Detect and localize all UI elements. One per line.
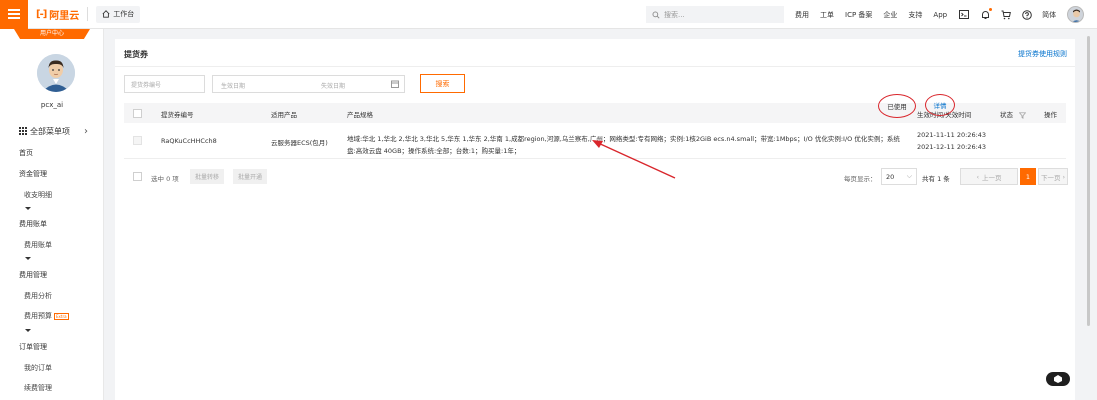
sidebar: 用户中心 pcx_ai 全部菜单项 › 首页 资金管理 收支明细 费用账单 费用…: [0, 29, 104, 400]
scrollbar[interactable]: [1087, 36, 1090, 326]
end-time: 2021-12-11 20:26:43: [917, 143, 987, 151]
col-status[interactable]: 状态: [1000, 109, 1027, 119]
sidebar-item-budget[interactable]: 费用预算 Extra: [24, 311, 69, 321]
top-nav-links: 费用 工单 ICP 备案 企业 支持 App 简体: [795, 0, 1085, 29]
chevron-right-icon: ›: [84, 125, 88, 137]
hamburger-menu-icon[interactable]: [0, 0, 28, 29]
footer-select-all-checkbox[interactable]: [133, 172, 142, 181]
nav-link-app[interactable]: App: [933, 11, 947, 19]
caret-down-icon[interactable]: [25, 207, 31, 210]
caret-down-icon[interactable]: [25, 329, 31, 332]
total-count: 共有 1 条: [922, 175, 950, 183]
sidebar-item-transactions[interactable]: 收支明细: [24, 190, 52, 200]
sidebar-item-home[interactable]: 首页: [19, 148, 33, 158]
search-icon: [652, 11, 660, 19]
grid-icon: [19, 127, 27, 135]
divider: [87, 7, 89, 21]
caret-down-icon[interactable]: [25, 257, 31, 260]
start-date-placeholder: 生效日期: [221, 83, 246, 90]
page-size-value: 20: [886, 172, 895, 181]
voucher-code-input[interactable]: 提货券编号: [124, 75, 205, 93]
nav-link-fees[interactable]: 费用: [795, 10, 809, 20]
voucher-code-placeholder: 提货券编号: [131, 81, 162, 89]
row-checkbox[interactable]: [133, 136, 142, 145]
global-search-input[interactable]: 搜索...: [646, 6, 784, 23]
col-spec: 产品规格: [347, 111, 373, 119]
current-page[interactable]: 1: [1020, 168, 1036, 185]
all-menu-label: 全部菜单项: [30, 126, 70, 136]
search-button[interactable]: 搜索: [420, 74, 465, 93]
nav-link-enterprise[interactable]: 企业: [883, 10, 897, 20]
user-center-tag: 用户中心: [14, 29, 90, 39]
aliyun-logo[interactable]: [-] 阿里云: [36, 7, 79, 22]
end-date-placeholder: 失效日期: [321, 83, 346, 90]
detail-link-label: 详情: [933, 102, 947, 110]
col-status-label: 状态: [1000, 111, 1013, 119]
product-spec: 地域:华北 1,华北 2,华北 3,华北 5,华东 1,华东 2,华南 1,成都…: [347, 135, 900, 155]
start-time: 2021-11-11 20:26:43: [917, 131, 987, 139]
col-action: 操作: [1044, 111, 1057, 119]
language-switch[interactable]: 简体: [1042, 10, 1056, 20]
sidebar-item-budget-label: 费用预算: [24, 312, 52, 320]
selected-count: 选中 0 项: [151, 175, 179, 183]
batch-transfer-button[interactable]: 批量转移: [190, 169, 225, 184]
terminal-icon[interactable]: [958, 9, 970, 21]
prev-page-button[interactable]: ‹ 上一页: [960, 168, 1018, 185]
search-placeholder: 搜索...: [664, 10, 685, 19]
page-title: 提货券: [124, 50, 148, 59]
cart-icon[interactable]: [1000, 9, 1012, 21]
all-menu-button[interactable]: 全部菜单项 ›: [0, 123, 103, 139]
product-name: 云服务器ECS(包月): [271, 139, 328, 147]
sidebar-item-funds[interactable]: 资金管理: [19, 169, 47, 179]
extra-badge: Extra: [54, 312, 69, 320]
username: pcx_ai: [40, 101, 64, 109]
date-range-picker[interactable]: 生效日期 失效日期: [212, 75, 405, 93]
nav-link-tickets[interactable]: 工单: [820, 10, 834, 20]
page-size-label: 每页显示：: [844, 175, 877, 183]
table-footer: 选中 0 项 批量转移 批量开通 每页显示： 20 ⌵ 共有 1 条 ‹ 上一页 …: [124, 168, 1068, 186]
sidebar-item-billing[interactable]: 费用账单: [19, 219, 47, 229]
next-page-label: 下一页: [1040, 173, 1061, 182]
nav-link-support[interactable]: 支持: [908, 10, 922, 20]
col-product: 适用产品: [271, 111, 297, 119]
sidebar-item-orders[interactable]: 订单管理: [19, 342, 47, 352]
top-bar: [-] 阿里云 工作台 搜索... 费用 工单 ICP 备案 企业 支持 App…: [0, 0, 1097, 29]
sidebar-item-billing-sub[interactable]: 费用账单: [24, 240, 52, 250]
bell-icon[interactable]: [979, 7, 993, 21]
col-voucher-code: 提货券编号: [161, 111, 194, 119]
sidebar-item-cost-management[interactable]: 费用管理: [19, 270, 47, 280]
workbench-label: 工作台: [113, 10, 135, 18]
filter-icon[interactable]: [1018, 111, 1027, 119]
chat-assistant-icon[interactable]: [1046, 372, 1070, 386]
table-row: RaQKuCcHHCch8 云服务器ECS(包月) 地域:华北 1,华北 2,华…: [124, 123, 1066, 159]
calendar-icon: [391, 80, 399, 88]
profile-avatar[interactable]: [37, 54, 75, 92]
workbench-button[interactable]: 工作台: [96, 5, 141, 23]
user-avatar[interactable]: [1067, 6, 1085, 23]
divider: [115, 66, 1075, 67]
prev-page-label: 上一页: [982, 173, 1002, 182]
status-text: 已使用: [887, 103, 907, 111]
sidebar-item-cost-analysis[interactable]: 费用分析: [24, 291, 52, 301]
nav-link-icp[interactable]: ICP 备案: [845, 10, 872, 20]
batch-activate-button[interactable]: 批量开通: [233, 169, 268, 184]
sidebar-item-my-orders[interactable]: 我的订单: [24, 363, 52, 373]
chevron-down-icon: ⌵: [906, 172, 912, 180]
detail-link[interactable]: 详情: [925, 94, 955, 116]
aliyun-logo-icon: [-]: [36, 8, 47, 20]
logo-text: 阿里云: [49, 10, 80, 22]
notification-dot: [989, 7, 993, 11]
help-icon[interactable]: [1021, 9, 1033, 21]
voucher-code: RaQKuCcHHCch8: [161, 137, 217, 145]
sidebar-item-renewals[interactable]: 续费管理: [24, 383, 52, 393]
page-size-select[interactable]: 20 ⌵: [881, 168, 917, 185]
select-all-checkbox[interactable]: [133, 109, 142, 118]
next-page-button[interactable]: 下一页 ›: [1038, 168, 1068, 185]
status-badge: 已使用: [878, 94, 916, 118]
chevron-left-icon: ‹: [976, 172, 980, 181]
main-panel: 提货券 提货券使用规则 提货券编号 生效日期 失效日期 搜索 提货券编号 适用产…: [115, 39, 1075, 400]
chevron-right-icon: ›: [1062, 172, 1066, 181]
home-icon: [102, 10, 110, 18]
voucher-rules-link[interactable]: 提货券使用规则: [1018, 49, 1067, 59]
